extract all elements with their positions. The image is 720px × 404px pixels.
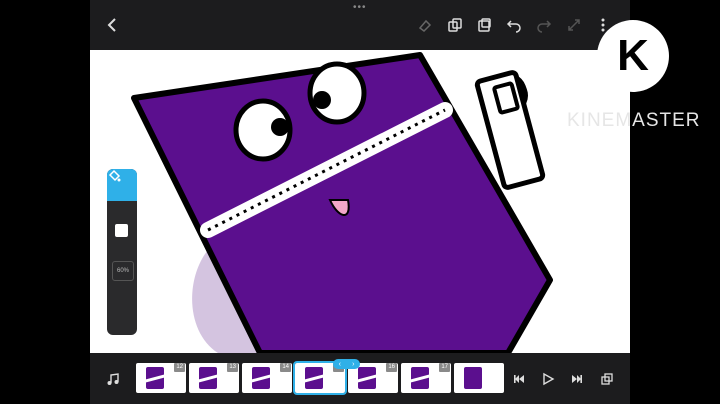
skip-back-icon [514,375,524,383]
undo-icon [506,20,521,33]
onion-skin-icon [601,373,613,385]
zipper-pull-slot [492,81,520,115]
brush-color-swatch[interactable] [115,224,128,237]
frame-thumbnail[interactable] [454,363,504,393]
play-button[interactable] [537,368,559,390]
frame-number: 14 [280,363,291,372]
window-grip[interactable]: ••• [353,3,367,13]
scrubber-right: › [352,360,355,368]
paint-bucket-icon [108,169,121,182]
skip-forward-button[interactable] [566,368,588,390]
left-pupil [271,118,289,136]
transform-icon [568,19,580,31]
frame-thumbnail[interactable]: 17 [401,363,451,393]
drawing-canvas[interactable]: 60% [90,50,630,353]
back-button[interactable] [102,14,124,36]
play-icon [543,372,555,386]
chevron-left-icon [107,18,116,32]
kinemaster-logo: K [597,20,669,92]
timeline-bar: 12 13 14 15 16 17 ‹ › [90,353,630,404]
frame-thumbnail[interactable]: 13 [189,363,239,393]
redo-icon [537,20,552,33]
opacity-button[interactable]: 60% [112,261,134,281]
music-button[interactable] [102,368,124,390]
frame-strip[interactable]: 12 13 14 15 16 17 [136,361,506,395]
animation-app: ••• 60% 12 13 14 16 17 ‹ › [90,0,630,404]
music-note-icon [107,373,119,385]
skip-forward-icon [572,375,582,383]
frame-number: 13 [227,363,238,372]
frame-number: 12 [174,363,185,372]
paste-icon [478,18,491,32]
scrubber-left: ‹ [338,360,341,368]
copy-icon [448,18,462,32]
copy-button[interactable] [444,14,466,36]
logo-letter: K [617,31,649,80]
eraser-button[interactable] [414,14,436,36]
frame-number: 16 [386,363,397,372]
redo-button[interactable] [533,14,555,36]
top-toolbar: ••• [90,0,630,50]
watermark-text: KINEMASTER [567,110,701,131]
frame-thumbnail[interactable]: 12 [136,363,186,393]
onion-skin-button[interactable] [596,368,618,390]
frame-number: 17 [439,363,450,372]
timeline-scrubber[interactable]: ‹ › [333,359,360,369]
paste-button[interactable] [473,14,495,36]
undo-button[interactable] [503,14,525,36]
eraser-icon [418,19,432,32]
skip-back-button[interactable] [508,368,530,390]
frame-thumbnail[interactable]: 14 [242,363,292,393]
right-pupil [313,91,331,109]
transform-button[interactable] [563,14,585,36]
character-drawing [131,52,553,353]
tool-panel: 60% [107,169,137,335]
fill-tool-button[interactable] [107,169,137,201]
